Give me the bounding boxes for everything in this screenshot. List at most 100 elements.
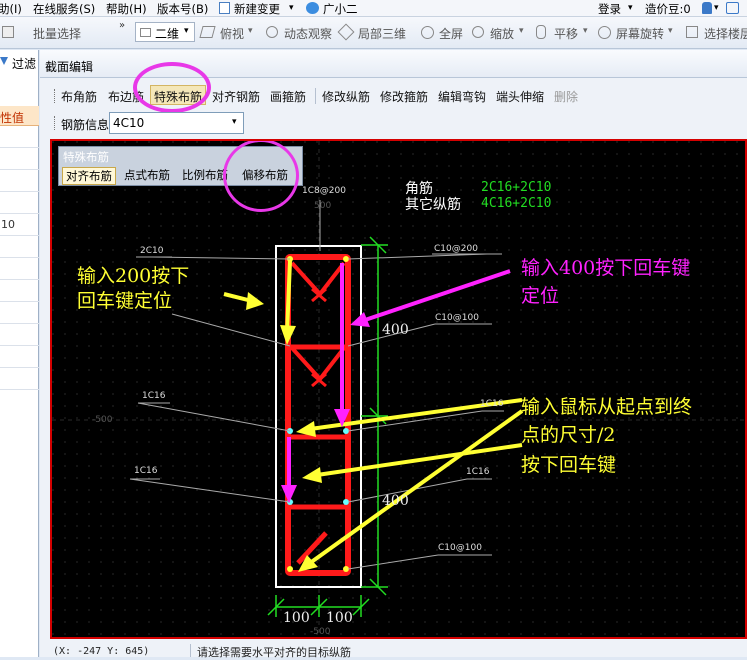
new-change-icon xyxy=(219,2,230,14)
assistant-icon xyxy=(306,2,319,14)
main-toolbar: 批量选择 » 二维 ▾ 俯视 ▾ 动态观察 局部三维 全屏 缩放 ▾ 平移 ▾ … xyxy=(0,17,747,49)
place-corner-rebar-button[interactable]: 布角筋 xyxy=(61,88,97,105)
property-row[interactable] xyxy=(0,236,39,258)
dimension-100-right: 100 xyxy=(326,610,353,626)
rebar-info-select[interactable]: 4C10 ▾ xyxy=(109,112,244,134)
select-floor-icon xyxy=(686,26,698,38)
edit-hook-button[interactable]: 编辑弯钩 xyxy=(438,88,486,105)
filter-icon xyxy=(0,57,8,66)
zoom-icon xyxy=(472,26,484,38)
orbit-icon xyxy=(266,26,278,38)
annotation-right-top-line1: 输入400按下回车键 xyxy=(521,257,691,279)
screen-rotate-button[interactable]: 屏幕旋转 xyxy=(616,25,664,42)
rebar-label-1c16: 1C16 xyxy=(466,467,490,477)
cursor-coordinates: (X: -247 Y: 645) xyxy=(53,646,150,657)
edit-stirrup-button[interactable]: 修改箍筋 xyxy=(380,88,428,105)
login-link[interactable]: 登录 xyxy=(598,1,621,17)
edit-longitudinal-button[interactable]: 修改纵筋 xyxy=(322,88,370,105)
rebar-info-row: 钢筋信息 4C10 ▾ xyxy=(40,111,747,135)
rebar-info-chevron-icon: ▾ xyxy=(232,117,237,127)
menu-bar: 助(I) 在线服务(S) 帮助(H) 版本号(B) 新建变更 ▾ 广小二 登录 … xyxy=(0,0,747,17)
annotation-left-line1: 输入200按下 xyxy=(77,265,190,287)
select-floor-button[interactable]: 选择楼层 xyxy=(704,25,747,42)
section-editor-panel: 截面编辑 布角筋 布边筋 特殊布筋 对齐钢筋 画箍筋 修改纵筋 修改箍筋 编辑弯… xyxy=(40,50,747,659)
property-row[interactable] xyxy=(0,346,39,368)
status-separator xyxy=(190,644,191,657)
legend-other-label: 其它纵筋 xyxy=(405,197,461,213)
toolbar-grip xyxy=(54,89,56,103)
dimension-100-left: 100 xyxy=(283,610,310,626)
pan-button[interactable]: 平移 xyxy=(554,25,578,42)
view-mode-select[interactable]: 二维 ▾ xyxy=(135,22,195,42)
full-screen-button[interactable]: 全屏 xyxy=(439,25,463,42)
menu-tools[interactable]: 助(I) xyxy=(0,1,22,17)
view-mode-value: 二维 xyxy=(155,27,180,41)
property-row[interactable] xyxy=(0,368,39,390)
status-message: 请选择需要水平对齐的目标纵筋 xyxy=(197,646,351,659)
menu-new-change[interactable]: 新建变更 xyxy=(234,1,280,17)
zoom-chevron-icon[interactable]: ▾ xyxy=(519,26,524,36)
property-row[interactable] xyxy=(0,126,39,148)
dynamic-view-button[interactable]: 动态观察 xyxy=(284,25,332,42)
zoom-button[interactable]: 缩放 xyxy=(490,25,514,42)
chevron-down-icon[interactable]: ▾ xyxy=(289,3,294,13)
batch-select-button[interactable]: 批量选择 xyxy=(33,25,81,42)
property-row[interactable] xyxy=(0,280,39,302)
bell-icon[interactable] xyxy=(702,2,712,14)
point-placement-button[interactable]: 点式布筋 xyxy=(121,167,173,185)
login-chevron-icon[interactable]: ▾ xyxy=(628,3,633,13)
canvas-grid xyxy=(52,141,745,637)
stirrup-label-c10-200: C10@200 xyxy=(434,244,478,254)
full-screen-icon xyxy=(421,26,434,39)
property-row[interactable] xyxy=(0,302,39,324)
panel-title: 截面编辑 xyxy=(45,60,94,74)
rotate-chevron-icon[interactable]: ▾ xyxy=(668,26,673,36)
annotation-right-mid-line3: 按下回车键 xyxy=(521,454,617,476)
property-row[interactable] xyxy=(0,192,39,214)
pan-icon xyxy=(536,25,546,39)
local-3d-icon xyxy=(337,23,355,41)
end-extend-button[interactable]: 端头伸缩 xyxy=(496,88,544,105)
highlight-circle xyxy=(133,62,211,113)
menu-assistant[interactable]: 广小二 xyxy=(323,1,358,17)
annotation-left-line2: 回车键定位 xyxy=(77,290,173,312)
align-rebar-button[interactable]: 对齐钢筋 xyxy=(212,88,260,105)
more-chevron-icon[interactable]: » xyxy=(119,20,125,31)
property-row[interactable] xyxy=(0,148,39,170)
align-placement-button[interactable]: 对齐布筋 xyxy=(62,167,116,185)
rebar-point[interactable] xyxy=(287,566,293,572)
property-header: 性值 xyxy=(0,106,39,126)
legend-corner-value: 2C16+2C10 xyxy=(481,180,552,195)
annotation-right-mid-line2: 点的尺寸/2 xyxy=(521,424,616,446)
rebar-info-value: 4C10 xyxy=(113,116,145,130)
rebar-label-1c16: 1C16 xyxy=(134,466,158,476)
popup-title: 特殊布筋 xyxy=(63,150,109,164)
dimension-400-upper: 400 xyxy=(382,322,409,338)
status-bar: (X: -247 Y: 645) 请选择需要水平对齐的目标纵筋 xyxy=(40,642,747,659)
menu-online-service[interactable]: 在线服务(S) xyxy=(33,1,95,17)
property-row[interactable] xyxy=(0,170,39,192)
drawing-canvas[interactable]: 1C8@200 500 2C10 C10@200 C10@100 1C16 1C… xyxy=(50,139,747,639)
property-row[interactable] xyxy=(0,324,39,346)
delete-button[interactable]: 删除 xyxy=(554,88,578,105)
annotation-right-mid-line1: 输入鼠标从起点到终 xyxy=(521,396,693,418)
pan-chevron-icon[interactable]: ▾ xyxy=(583,26,588,36)
message-icon[interactable] xyxy=(726,2,739,14)
bell-chevron-icon[interactable]: ▾ xyxy=(714,3,719,13)
annotation-right-top-line2: 定位 xyxy=(521,285,560,307)
toolbar-separator xyxy=(315,88,316,104)
grid-500-label: -500 xyxy=(310,627,331,637)
rebar-info-label: 钢筋信息 xyxy=(61,118,110,132)
stirrup-label-c10-100: C10@100 xyxy=(435,313,479,323)
draw-stirrup-button[interactable]: 画箍筋 xyxy=(270,88,306,105)
menu-help[interactable]: 帮助(H) xyxy=(106,1,147,17)
rotate-icon xyxy=(598,26,611,39)
top-view-button[interactable]: 俯视 xyxy=(220,25,244,42)
menu-version[interactable]: 版本号(B) xyxy=(157,1,208,17)
property-row[interactable] xyxy=(0,258,39,280)
filter-button[interactable]: 过滤 xyxy=(12,55,36,72)
rebar-label-2c10: 2C10 xyxy=(140,246,164,256)
local-3d-button[interactable]: 局部三维 xyxy=(358,25,406,42)
property-row[interactable]: 10 xyxy=(0,214,39,236)
top-view-chevron-icon[interactable]: ▾ xyxy=(248,26,253,36)
